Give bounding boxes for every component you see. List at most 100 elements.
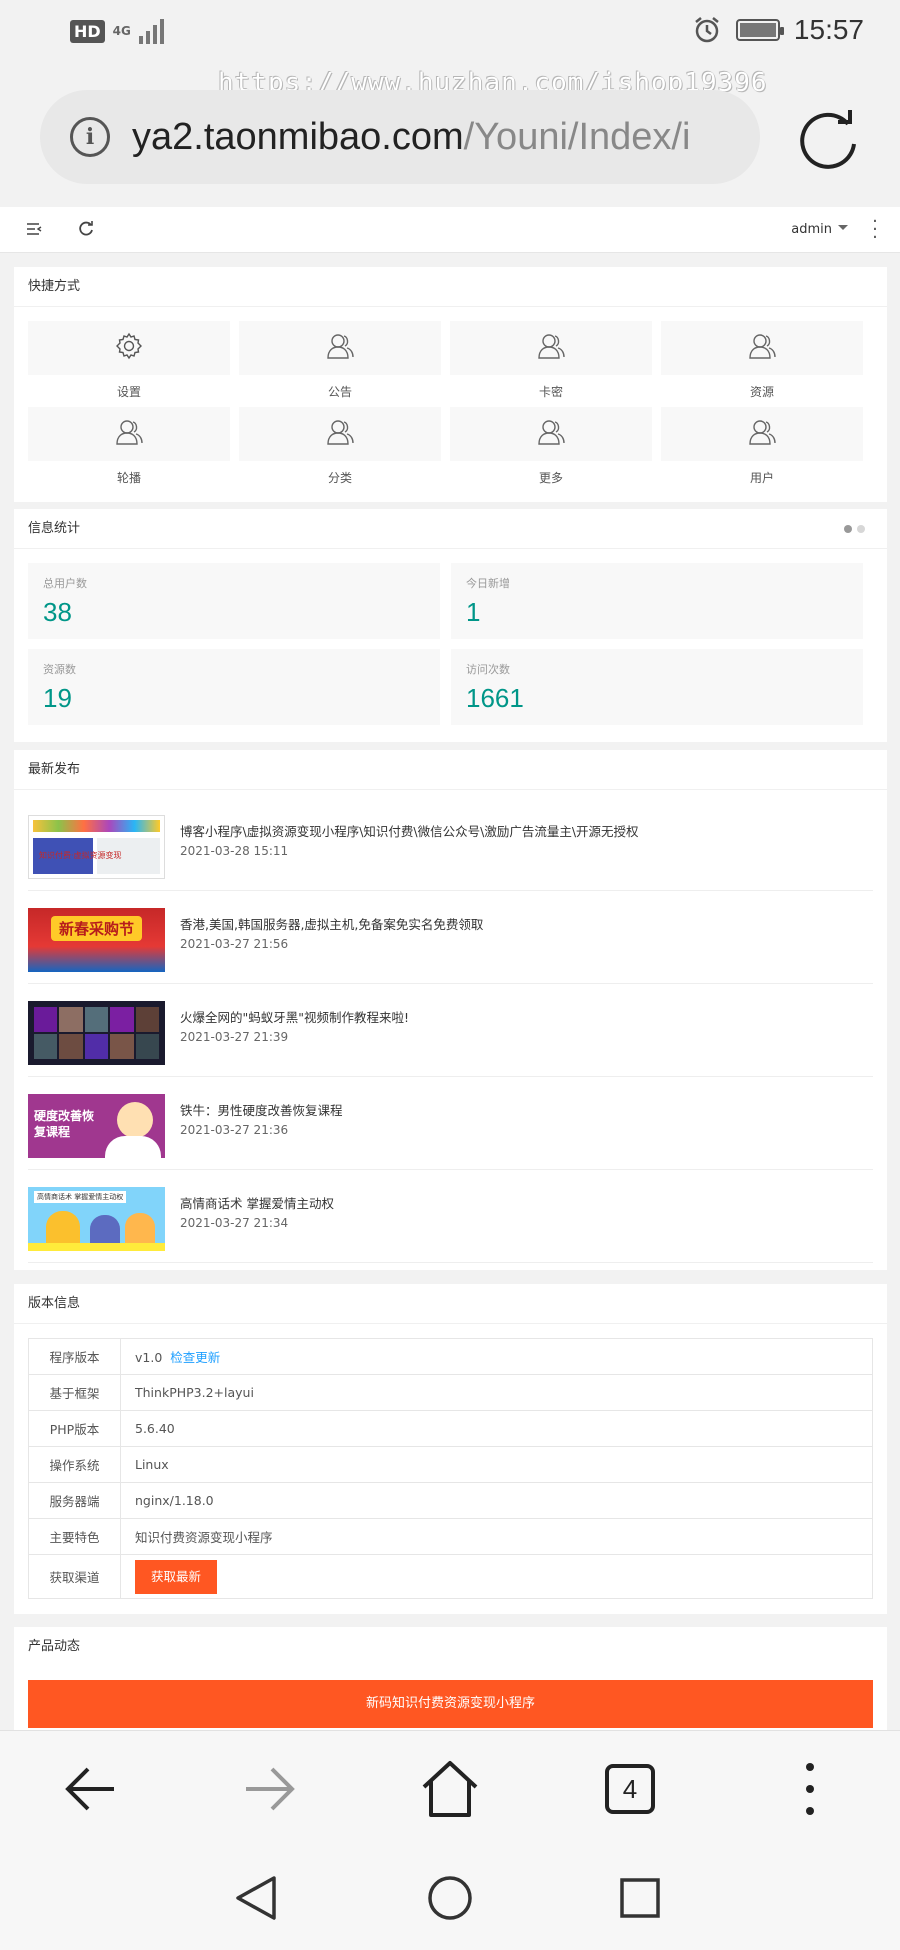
- shortcut-icon-box[interactable]: [28, 321, 230, 375]
- back-button[interactable]: [58, 1757, 122, 1821]
- url-text[interactable]: ya2.taonmibao.com/Youni/Index/i: [132, 116, 690, 159]
- browser-menu-button[interactable]: [778, 1757, 842, 1821]
- news-date: 2021-03-28 15:11: [180, 844, 289, 858]
- news-title[interactable]: 香港,美国,韩国服务器,虚拟主机,免备案免实名免费领取: [180, 914, 483, 933]
- stat-tile: 访问次数 1661: [451, 649, 863, 725]
- news-item[interactable]: 新春采购节 香港,美国,韩国服务器,虚拟主机,免备案免实名免费领取 2021-03-…: [28, 891, 873, 984]
- version-value-cell: 5.6.40: [120, 1410, 873, 1447]
- stat-value: 19: [43, 683, 72, 713]
- shortcut-icon-box[interactable]: [450, 407, 652, 461]
- version-value: nginx/1.18.0: [135, 1493, 214, 1508]
- get-latest-button[interactable]: 获取最新: [135, 1559, 218, 1594]
- news-title[interactable]: 博客小程序\虚拟资源变现小程序\知识付费\微信公众号\激励广告流量主\开源无授权: [180, 821, 639, 840]
- forward-button[interactable]: [238, 1757, 302, 1821]
- web-page: admin · · · 快捷方式 设置 公告 卡密 资源轮播 分类 更多 用户 信息统计 总用户…: [0, 207, 900, 1730]
- tabs-button[interactable]: 4: [598, 1757, 662, 1821]
- news-date: 2021-03-27 21:39: [180, 1030, 289, 1044]
- version-value-cell: 知识付费资源变现小程序: [120, 1518, 873, 1555]
- stat-tile: 资源数 19: [28, 649, 440, 725]
- admin-top-nav: admin · · ·: [0, 207, 900, 253]
- shortcut-资源[interactable]: 资源: [661, 321, 863, 400]
- check-update-link[interactable]: 检查更新: [170, 1350, 220, 1365]
- news-thumbnail[interactable]: 高情商话术 掌握爱情主动权: [28, 1187, 165, 1251]
- shortcut-icon-box[interactable]: [239, 407, 441, 461]
- clock: 15:57: [793, 14, 864, 45]
- carousel-dots[interactable]: [844, 525, 865, 533]
- news-thumbnail[interactable]: 知识付费·虚拟资源变现: [28, 815, 165, 879]
- menu-toggle-icon[interactable]: [26, 221, 42, 237]
- news-thumbnail[interactable]: 硬度改善恢复课程: [28, 1094, 165, 1158]
- shortcut-icon-box[interactable]: [239, 321, 441, 375]
- card-title: 最新发布: [14, 750, 887, 790]
- shortcut-label: 卡密: [538, 385, 563, 399]
- shortcut-label: 轮播: [116, 471, 141, 485]
- version-row: 基于框架 ThinkPHP3.2+layui: [28, 1374, 873, 1411]
- thumb-caption: 新春采购节: [50, 916, 142, 941]
- version-value: 5.6.40: [135, 1421, 175, 1436]
- system-back-button[interactable]: [228, 1870, 284, 1926]
- carousel-dot[interactable]: [857, 525, 865, 533]
- thumb-caption: 硬度改善恢复课程: [34, 1109, 95, 1139]
- user-icon: [536, 417, 566, 451]
- stat-tile: 总用户数 38: [28, 563, 440, 639]
- shortcut-icon-box[interactable]: [661, 321, 863, 375]
- news-title[interactable]: 高情商话术 掌握爱情主动权: [180, 1193, 334, 1212]
- product-banner-button[interactable]: 新码知识付费资源变现小程序: [28, 1680, 873, 1728]
- shortcut-分类[interactable]: 分类: [239, 407, 441, 486]
- shortcut-icon-box[interactable]: [661, 407, 863, 461]
- home-button[interactable]: [418, 1757, 482, 1821]
- thumb-caption: 知识付费·虚拟资源变现: [39, 851, 122, 860]
- arrow-right-icon: [246, 1767, 295, 1811]
- reload-icon[interactable]: [796, 106, 862, 172]
- shortcut-icon-box[interactable]: [28, 407, 230, 461]
- hd-badge: HD: [70, 19, 105, 43]
- news-item[interactable]: 高情商话术 掌握爱情主动权 高情商话术 掌握爱情主动权 2021-03-27 21:…: [28, 1170, 873, 1263]
- version-key: 操作系统: [28, 1446, 121, 1483]
- news-item[interactable]: 硬度改善恢复课程 铁牛：男性硬度改善恢复课程 2021-03-27 21:36: [28, 1077, 873, 1170]
- shortcut-卡密[interactable]: 卡密: [450, 321, 652, 400]
- user-icon: [747, 417, 777, 451]
- shortcut-label: 公告: [327, 385, 352, 399]
- shortcut-label: 分类: [327, 471, 352, 485]
- version-row: PHP版本 5.6.40: [28, 1410, 873, 1447]
- shortcut-轮播[interactable]: 轮播: [28, 407, 230, 486]
- version-row: 主要特色 知识付费资源变现小程序: [28, 1518, 873, 1555]
- shortcut-更多[interactable]: 更多: [450, 407, 652, 486]
- shortcut-设置[interactable]: 设置: [28, 321, 230, 400]
- shortcut-label: 更多: [538, 471, 563, 485]
- more-vertical-icon: [806, 1763, 814, 1815]
- url-domain: ya2.taonmibao.com: [132, 115, 464, 158]
- stats-card: 信息统计 总用户数 38 今日新增 1 资源数 19 访问次数 1661: [14, 509, 887, 742]
- card-title: 快捷方式: [14, 267, 887, 307]
- address-bar[interactable]: i ya2.taonmibao.com/Youni/Index/i: [40, 90, 760, 184]
- carousel-dot[interactable]: [844, 525, 852, 533]
- card-title-text: 信息统计: [28, 521, 81, 536]
- version-value-cell: Linux: [120, 1446, 873, 1483]
- latest-card: 最新发布 知识付费·虚拟资源变现 博客小程序\虚拟资源变现小程序\知识付费\微信公…: [14, 750, 887, 1270]
- home-icon: [422, 1761, 478, 1817]
- admin-user-menu[interactable]: admin: [791, 222, 848, 237]
- news-item[interactable]: 火爆全网的"蚂蚁牙黑"视频制作教程来啦! 2021-03-27 21:39: [28, 984, 873, 1077]
- info-icon[interactable]: i: [70, 117, 110, 157]
- version-row: 获取渠道 获取最新: [28, 1554, 873, 1599]
- user-icon: [747, 331, 777, 365]
- system-home-button[interactable]: [422, 1870, 478, 1926]
- battery-icon: [735, 19, 784, 41]
- news-thumbnail[interactable]: 新春采购节: [28, 908, 165, 972]
- more-vertical-icon[interactable]: · · ·: [872, 213, 878, 247]
- signal-icon: [138, 18, 164, 44]
- shortcut-用户[interactable]: 用户: [661, 407, 863, 486]
- shortcut-label: 用户: [749, 471, 774, 485]
- version-key: 主要特色: [28, 1518, 121, 1555]
- shortcut-icon-box[interactable]: [450, 321, 652, 375]
- circle-home-icon: [428, 1876, 472, 1920]
- triangle-back-icon: [236, 1876, 276, 1920]
- news-thumbnail[interactable]: [28, 1001, 165, 1065]
- system-recents-button[interactable]: [612, 1870, 668, 1926]
- refresh-icon[interactable]: [78, 221, 94, 237]
- version-key: PHP版本: [28, 1410, 121, 1447]
- news-title[interactable]: 火爆全网的"蚂蚁牙黑"视频制作教程来啦!: [180, 1007, 409, 1026]
- news-title[interactable]: 铁牛：男性硬度改善恢复课程: [180, 1100, 343, 1119]
- news-item[interactable]: 知识付费·虚拟资源变现 博客小程序\虚拟资源变现小程序\知识付费\微信公众号\激励…: [28, 798, 873, 891]
- shortcut-公告[interactable]: 公告: [239, 321, 441, 400]
